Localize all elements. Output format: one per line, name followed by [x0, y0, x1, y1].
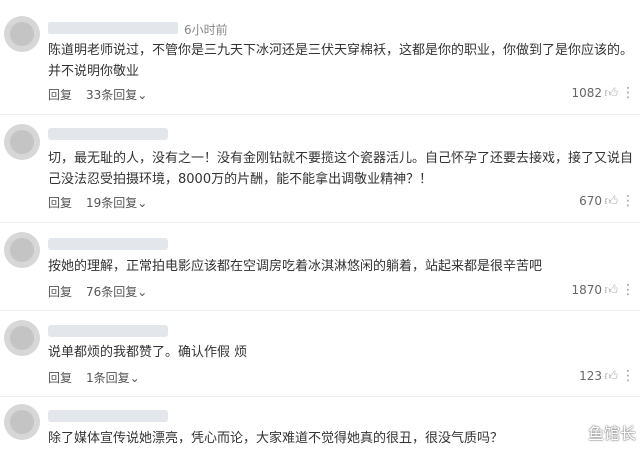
avatar[interactable] — [4, 124, 40, 160]
thumbs-up-icon[interactable]: 👍︎ — [604, 194, 618, 209]
comment-actions: 回复 19条回复⌄ 670 👍︎ ⋮ — [48, 193, 636, 212]
chevron-down-icon: ⌄ — [137, 285, 148, 299]
comment-text: 陈道明老师说过，不管你是三九天下冰河还是三伏天穿棉袄，这都是你的职业，你做到了是… — [48, 43, 634, 79]
reply-button[interactable]: 回复 — [48, 369, 72, 386]
avatar[interactable] — [4, 232, 40, 268]
more-icon[interactable]: ⋮ — [621, 282, 636, 298]
chevron-down-icon: ⌄ — [129, 371, 140, 385]
reply-button[interactable]: 回复 — [48, 283, 72, 300]
like-count: 1082 — [571, 86, 602, 100]
chevron-down-icon: ⌄ — [137, 88, 148, 102]
more-icon[interactable]: ⋮ — [621, 368, 636, 384]
divider — [0, 222, 640, 223]
divider — [0, 310, 640, 311]
comment-text: 切，最无耻的人，没有之一！没有金刚钻就不要揽这个瓷器活儿。自己怀孕了还要去接戏，… — [48, 151, 634, 187]
view-replies-button[interactable]: 19条回复⌄ — [86, 194, 147, 211]
thumbs-up-icon[interactable]: 👍︎ — [604, 86, 618, 101]
reply-count: 19条回复 — [86, 196, 138, 210]
view-replies-button[interactable]: 76条回复⌄ — [86, 283, 147, 300]
avatar[interactable] — [4, 16, 40, 52]
username-redacted — [48, 128, 168, 140]
comment-actions: 回复 76条回复⌄ 1870 👍︎ ⋮ — [48, 282, 636, 301]
username-redacted — [48, 410, 168, 422]
more-icon[interactable]: ⋮ — [621, 85, 636, 101]
reply-button[interactable]: 回复 — [48, 86, 72, 103]
thumbs-up-icon[interactable]: 👍︎ — [604, 283, 618, 298]
reply-count: 33条回复 — [86, 88, 138, 102]
watermark: 鱼馆长 — [587, 424, 636, 443]
avatar[interactable] — [4, 320, 40, 356]
chevron-down-icon: ⌄ — [137, 196, 148, 210]
username-redacted — [48, 238, 168, 250]
avatar[interactable] — [4, 404, 40, 440]
like-count: 123 — [579, 369, 602, 383]
comment-text: 按她的理解，正常拍电影应该都在空调房吃着冰淇淋悠闲的躺着，站起来都是很辛苦吧 — [48, 259, 543, 274]
divider — [0, 396, 640, 397]
thumbs-up-icon[interactable]: 👍︎ — [604, 369, 618, 384]
comment-actions: 回复 1条回复⌄ 123 👍︎ ⋮ — [48, 368, 636, 387]
comment-text: 说单都烦的我都赞了。确认作假 烦 — [48, 345, 248, 360]
username-redacted — [48, 325, 168, 337]
like-count: 1870 — [571, 283, 602, 297]
more-icon[interactable]: ⋮ — [621, 193, 636, 209]
username-redacted — [48, 22, 178, 34]
reply-count: 76条回复 — [86, 285, 138, 299]
reply-button[interactable]: 回复 — [48, 194, 72, 211]
comment-time: 6小时前 — [184, 23, 228, 37]
comment-actions: 回复 33条回复⌄ 1082 👍︎ ⋮ — [48, 85, 636, 104]
like-count: 670 — [579, 194, 602, 208]
divider — [0, 114, 640, 115]
view-replies-button[interactable]: 1条回复⌄ — [86, 369, 140, 386]
view-replies-button[interactable]: 33条回复⌄ — [86, 86, 147, 103]
reply-count: 1条回复 — [86, 371, 130, 385]
